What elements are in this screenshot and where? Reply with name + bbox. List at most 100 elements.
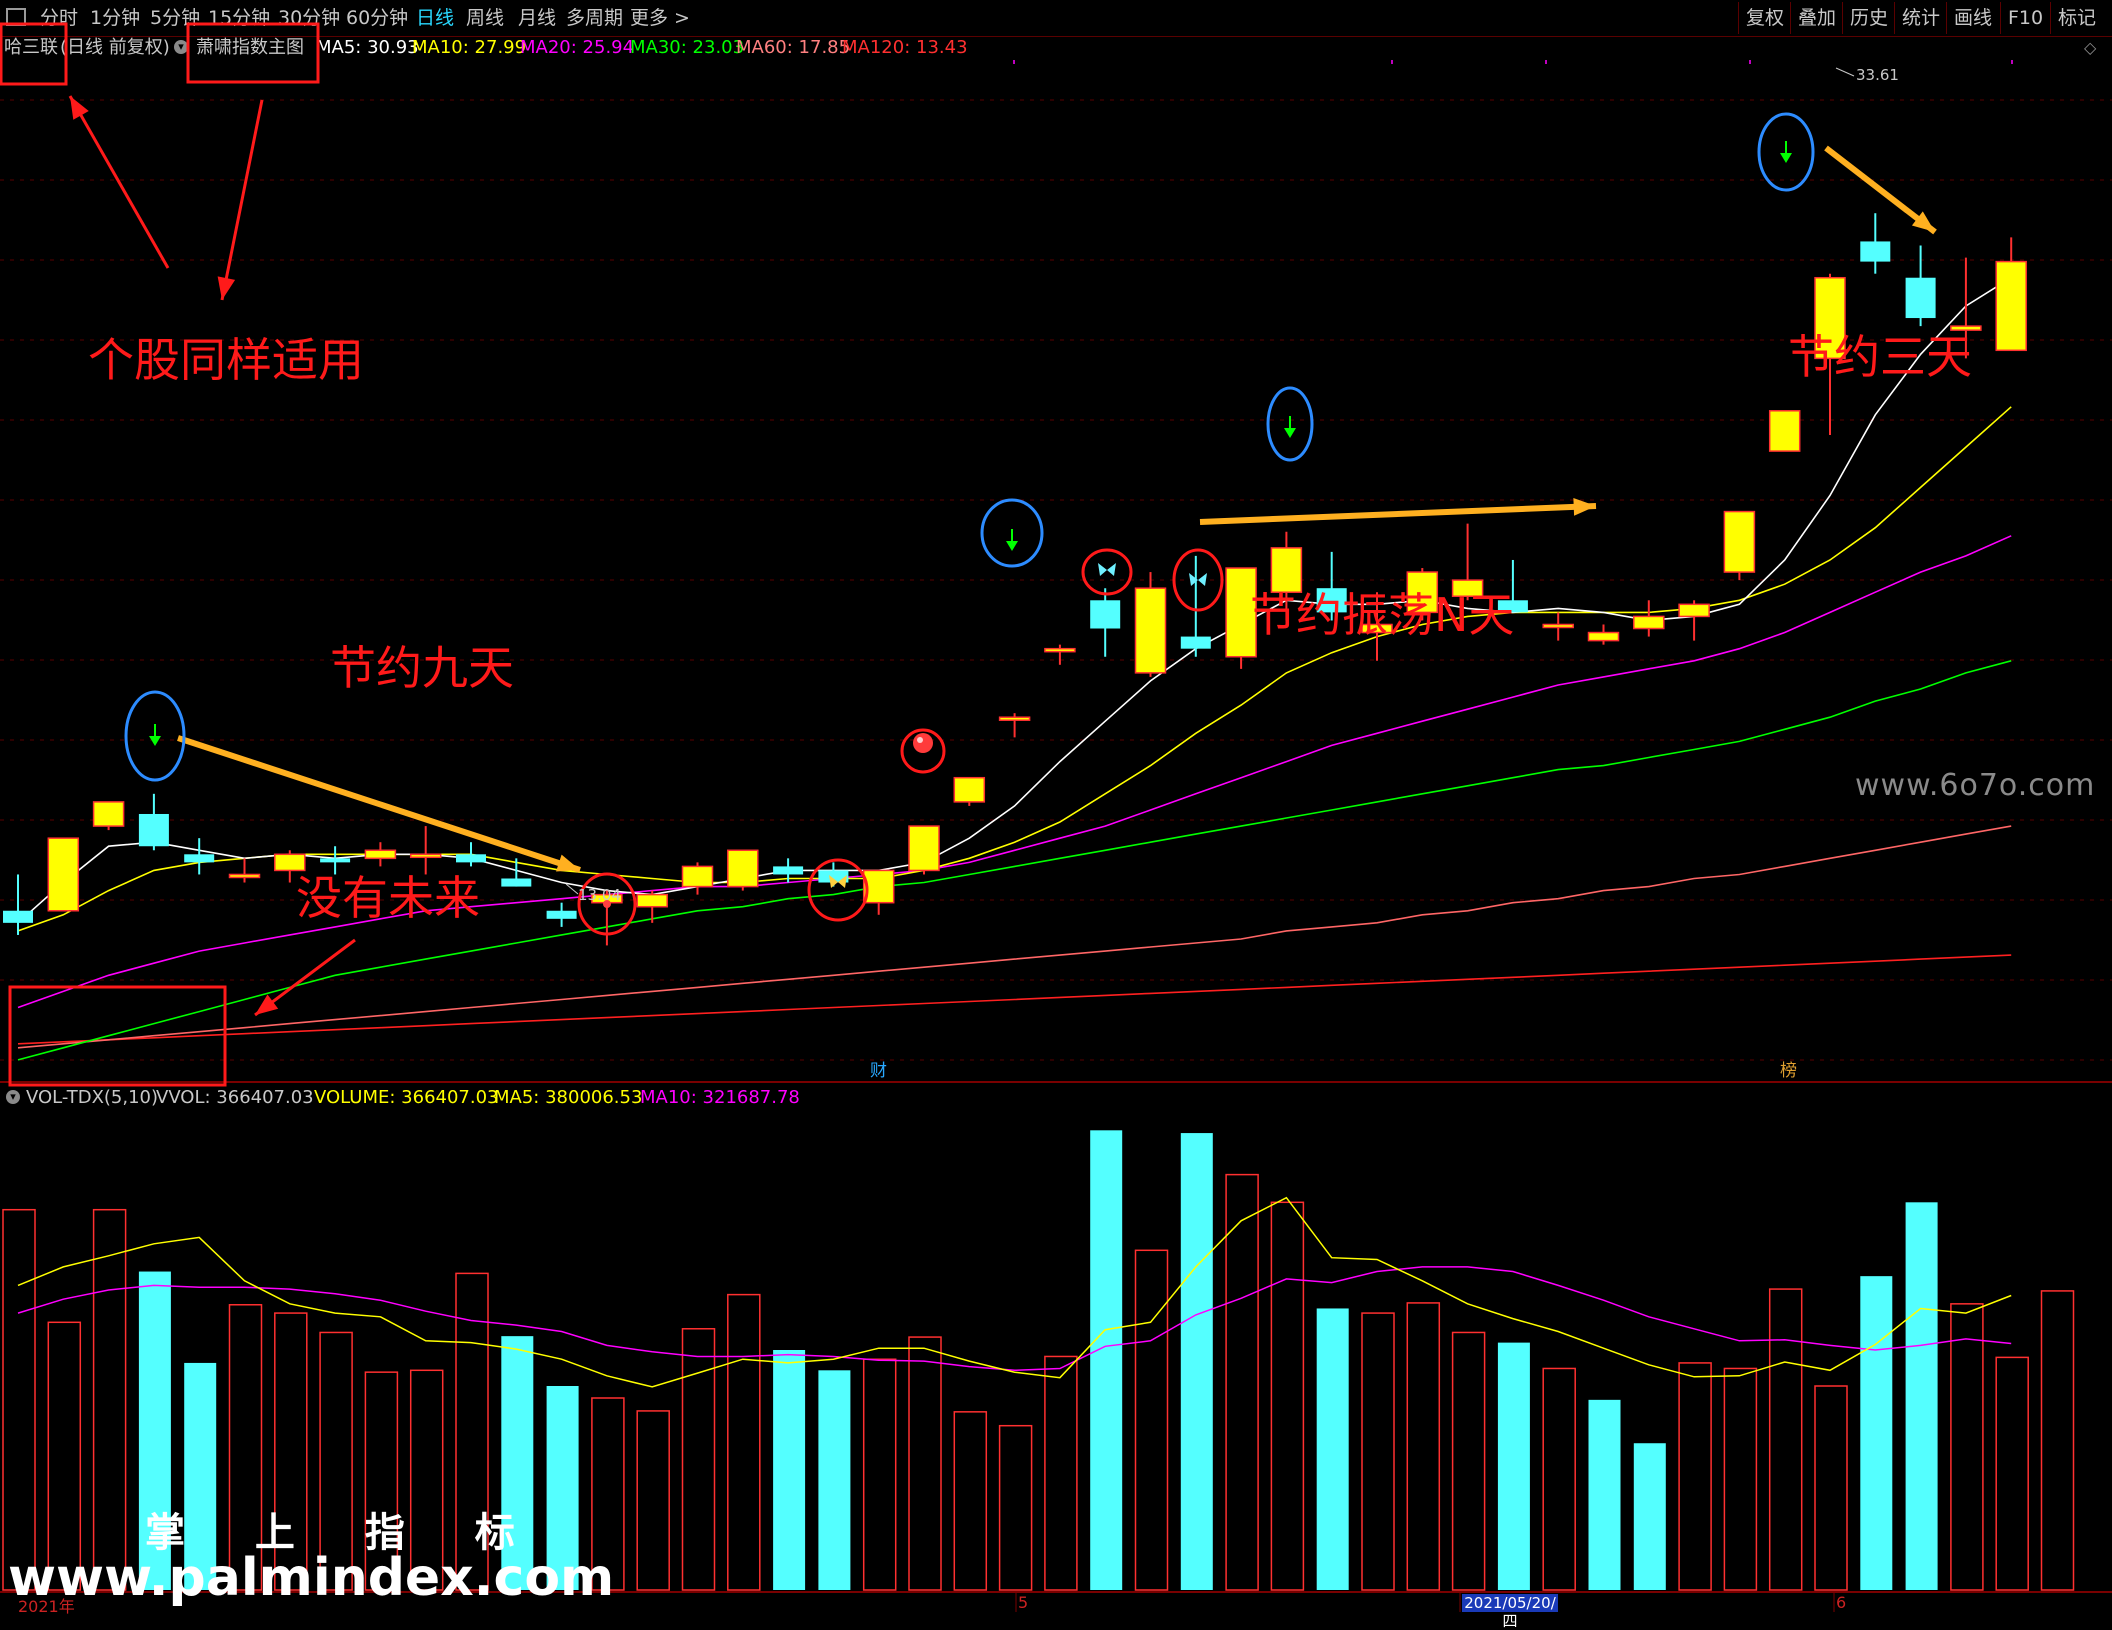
stock-chart-window: 分时 1分钟 5分钟 15分钟 30分钟 60分钟 日线 周线 月线 多周期 更多 > 复权 叠加 历史… [0, 0, 2112, 1630]
candle-body-up [727, 849, 759, 888]
red-ball-icon [913, 733, 933, 753]
volume-bar-up [1044, 1355, 1078, 1591]
annotation-save-nine-days: 节约九天 [330, 641, 514, 695]
candle-body-down [1905, 277, 1936, 319]
annotation-no-future: 没有未来 [296, 871, 480, 925]
highlight-box-indicator [186, 22, 320, 84]
candle-body-down [501, 878, 532, 887]
volume-bar-down [773, 1350, 806, 1590]
signal-circle-red [1081, 548, 1133, 596]
candle-body-down [773, 866, 804, 875]
volume-bar-up [1542, 1367, 1576, 1591]
arrow-nine-days-head [556, 854, 580, 872]
annotation-stock-applicable: 个股同样适用 [88, 333, 364, 387]
volume-bar-up [1134, 1249, 1169, 1591]
volume-bar-down [1316, 1308, 1349, 1590]
volume-bar-up [727, 1293, 761, 1591]
watermark-palmindex: www.palmindex.com [8, 1548, 615, 1608]
candle-body-up [1723, 510, 1756, 573]
volume-bar-up [1814, 1385, 1848, 1591]
ma20-line [17, 535, 2012, 1009]
volume-bar-down [1905, 1202, 1938, 1590]
vol_ma10-line [17, 1266, 2012, 1372]
volume-bar-up [1451, 1331, 1486, 1591]
arrow-to-indicator-head [217, 276, 236, 300]
candle-body-up [47, 837, 80, 912]
arrow-oscillation-head [1573, 498, 1596, 516]
volume-bar-up [1270, 1201, 1305, 1591]
volume-bar-up [1950, 1303, 1984, 1591]
arrow-to-stock-name-shaft [68, 95, 170, 269]
candle-body-down [456, 854, 486, 863]
volume-bar-up [1225, 1173, 1259, 1591]
ma60-line [17, 825, 2012, 1049]
watermark-6o7o: www.6o7o.com [1855, 768, 2096, 803]
volume-bar-up [681, 1328, 716, 1591]
candle-body-up [636, 893, 668, 908]
candle-body-up [998, 716, 1031, 721]
finance-event-tag[interactable]: 财 [870, 1062, 887, 1080]
candle-body-up [274, 853, 306, 872]
arrow-to-indicator-shaft [220, 99, 264, 301]
candle-body-up [92, 801, 125, 827]
volume-bar-down [1090, 1130, 1123, 1590]
ma10-line [17, 406, 2012, 932]
date-year-label: 2021年 [18, 1597, 75, 1616]
candle-body-up [1542, 623, 1574, 629]
candle-body-down [1180, 636, 1211, 649]
candle-body-up [1044, 647, 1076, 653]
volume-bar-up [2, 1208, 36, 1591]
butterfly-signal-icon [1098, 563, 1116, 576]
candle-body-up [228, 873, 261, 879]
candle-body-up [1995, 260, 2027, 352]
volume-bar-down [1497, 1342, 1530, 1590]
candle-body-down [138, 813, 169, 847]
candle-body-down [320, 858, 351, 863]
candle-body-up [953, 776, 986, 803]
volume-bar-down [818, 1370, 851, 1590]
candle-body-down [1860, 241, 1891, 262]
candle-body-up [1633, 615, 1665, 630]
volume-bar-up [908, 1336, 942, 1591]
volume-bar-up [998, 1424, 1033, 1591]
volume-bar-up [1361, 1312, 1395, 1591]
volume-bar-up [1406, 1302, 1441, 1591]
volume-bar-up [953, 1411, 988, 1591]
candle-body-down [1090, 600, 1121, 629]
candle-body-up [409, 853, 442, 859]
ranking-event-tag[interactable]: 榜 [1780, 1062, 1797, 1080]
date-month6-label: 6 [1836, 1593, 1847, 1612]
candle-body-up [1678, 603, 1710, 618]
candle-body-up [364, 849, 397, 860]
candle-body-down [3, 910, 33, 923]
volume-bar-up [636, 1410, 670, 1591]
candle-body-down [184, 854, 215, 863]
volume-bar-up [2040, 1290, 2075, 1591]
price-volume-chart[interactable] [0, 0, 2112, 1612]
cursor-date-label: 2021/05/20/四 [1462, 1594, 1558, 1630]
buy-signal-icon [149, 736, 161, 746]
candle-body-up [1768, 410, 1801, 452]
arrow-to-stock-name-head [70, 96, 89, 120]
volume-bar-up [1768, 1288, 1803, 1591]
candle-body-up [1134, 587, 1167, 674]
annotation-save-three-days: 节约三天 [1788, 330, 1972, 384]
highlight-box-stock-name [0, 22, 68, 86]
volume-bar-down [1633, 1443, 1666, 1590]
candle-body-up [1270, 547, 1303, 593]
high-pointer-line [1835, 67, 1855, 77]
butterfly-signal-icon [1189, 573, 1207, 586]
volume-bar-up [862, 1358, 897, 1591]
red-ball-highlight-icon [917, 737, 923, 743]
candle-body-up [908, 825, 940, 872]
volume-bar-up [1995, 1356, 2029, 1591]
volume-bar-down [1180, 1133, 1213, 1590]
volume-bar-up [1723, 1367, 1758, 1591]
candle-body-up [1587, 631, 1620, 642]
candle-body-down [546, 910, 577, 919]
volume-bar-down [1588, 1399, 1621, 1590]
volume-bar-up [1678, 1362, 1712, 1591]
volume-bar-up [92, 1208, 127, 1591]
arrow-to-future-box-head [255, 994, 279, 1015]
date-month5-label: 5 [1018, 1593, 1029, 1612]
